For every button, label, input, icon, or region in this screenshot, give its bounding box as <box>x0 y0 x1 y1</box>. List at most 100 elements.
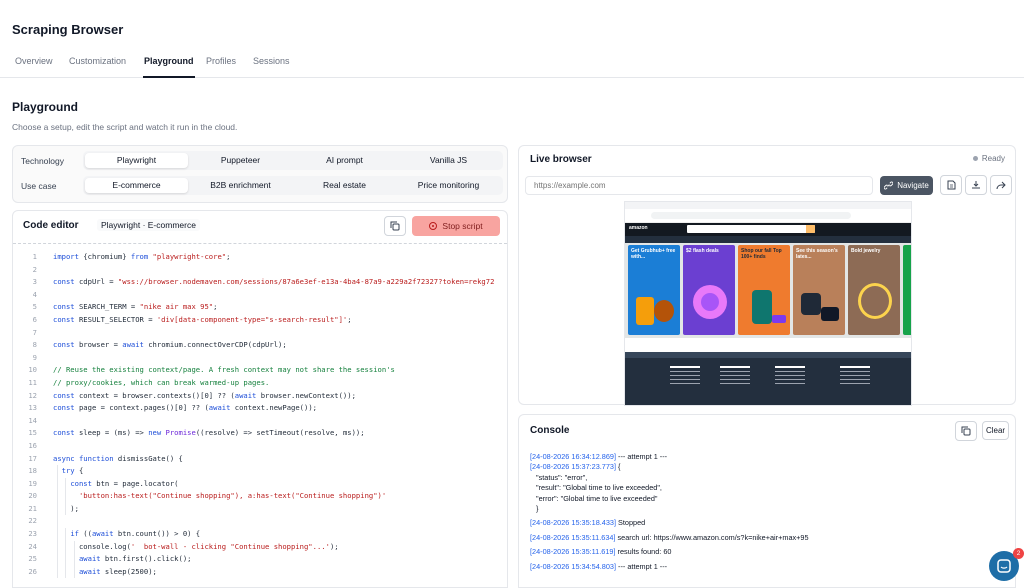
copy-code-button[interactable] <box>384 216 406 236</box>
stop-script-button[interactable]: Stop script <box>412 216 500 236</box>
screenshot-address-bar <box>625 209 911 223</box>
screenshot-search-icon <box>806 225 815 233</box>
download-button[interactable] <box>965 175 987 195</box>
page-source-button[interactable] <box>940 175 962 195</box>
line-number: 9 <box>32 352 37 362</box>
code-text: await sleep(2500); <box>78 566 157 576</box>
line-number: 18 <box>28 466 37 476</box>
code-line: 3 const cdpUrl = "wss://browser.nodemaven… <box>13 276 507 289</box>
section-title: Playground <box>12 100 79 114</box>
footer-column <box>670 366 700 387</box>
code-line: 10 // Reuse the existing context/page. A … <box>13 364 507 377</box>
code-text: import {chromium} from "playwright-core"… <box>53 252 231 261</box>
code-line: 5 const SEARCH_TERM = "nike air max 95"; <box>13 301 507 314</box>
tab-customization[interactable]: Customization <box>69 56 126 66</box>
usecase-option-ecommerce[interactable]: E-commerce <box>85 178 188 193</box>
copy-console-button[interactable] <box>955 421 977 441</box>
footer-column <box>775 366 805 387</box>
code-text: await btn.first().click(); <box>78 554 192 564</box>
necklace-image <box>858 283 892 319</box>
promo-card-grubhub: Get Grubhub+ free with... <box>628 245 680 335</box>
tab-profiles[interactable]: Profiles <box>206 56 236 66</box>
usecase-option-b2b[interactable]: B2B enrichment <box>189 178 292 193</box>
line-number: 16 <box>28 440 37 450</box>
code-line: 9 <box>13 352 507 365</box>
line-number: 22 <box>28 516 37 526</box>
copy-icon <box>961 426 971 436</box>
promo-card-title: Shop our fall Top 100+ finds <box>741 248 782 260</box>
promo-card-fall-finds: Shop our fall Top 100+ finds <box>738 245 790 335</box>
download-icon <box>972 181 980 189</box>
code-line: 16 <box>13 440 507 453</box>
log-timestamp: [24-08-2026 16:34:12.869] <box>530 452 617 461</box>
tab-bar: Overview Customization Playground Profil… <box>0 48 1024 78</box>
console-log-entry: [24-08-2026 16:34:12.869] --- attempt 1 … <box>530 452 1010 462</box>
app-root: Scraping Browser Overview Customization … <box>0 0 1024 588</box>
screenshot-url-field <box>651 212 851 219</box>
navigate-button[interactable]: Navigate <box>880 176 933 195</box>
technology-option-playwright[interactable]: Playwright <box>85 153 188 168</box>
code-text: const btn = page.locator( <box>70 478 179 488</box>
tab-overview[interactable]: Overview <box>15 56 53 66</box>
share-button[interactable] <box>990 175 1012 195</box>
technology-option-vanilla-js[interactable]: Vanilla JS <box>397 153 500 168</box>
line-number: 1 <box>32 252 37 261</box>
clear-console-button[interactable]: Clear <box>982 421 1009 440</box>
code-line: 8 const browser = await chromium.connectO… <box>13 339 507 352</box>
promo-card-flash-deals: $2 flash deals <box>683 245 735 335</box>
indent-guide <box>57 515 58 529</box>
screenshot-tab-strip <box>625 202 911 209</box>
setup-panel: Technology Playwright Puppeteer AI promp… <box>12 145 508 203</box>
code-text: console.log(' bot-wall - clicking "Conti… <box>53 541 339 551</box>
usecase-option-real-estate[interactable]: Real estate <box>293 178 396 193</box>
screenshot-footer <box>625 358 911 405</box>
code-line: 12 const context = browser.contexts()[0] … <box>13 390 507 403</box>
code-line: 4 <box>13 289 507 302</box>
line-number: 6 <box>32 314 37 324</box>
stop-icon <box>429 222 438 230</box>
code-line: 1 import {chromium} from "playwright-core… <box>13 251 507 264</box>
code-text: const cdpUrl = "wss://browser.nodemaven.… <box>53 277 495 287</box>
code-area[interactable]: 1 import {chromium} from "playwright-core… <box>13 251 507 579</box>
navigate-label: Navigate <box>897 181 929 190</box>
log-timestamp: [24-08-2026 15:35:11.619] <box>530 547 616 557</box>
chat-unread-badge: 2 <box>1013 548 1024 559</box>
line-number: 25 <box>28 554 37 564</box>
tab-playground[interactable]: Playground <box>144 56 194 66</box>
line-number: 2 <box>32 264 37 274</box>
status-indicator: Ready <box>972 154 1005 163</box>
line-number: 3 <box>32 277 37 287</box>
tab-sessions[interactable]: Sessions <box>253 56 290 66</box>
technology-option-puppeteer[interactable]: Puppeteer <box>189 153 292 168</box>
url-input[interactable] <box>525 176 873 195</box>
promo-card-title: Get Grubhub+ free with... <box>631 248 676 260</box>
share-icon <box>996 181 1006 190</box>
console-log-entry: [24-08-2026 15:35:11.619] results found:… <box>530 547 1010 557</box>
code-text: try { <box>61 466 84 476</box>
usecase-option-price-monitoring[interactable]: Price monitoring <box>397 178 500 193</box>
code-line: 26 await sleep(2500); <box>13 565 507 579</box>
log-message: --- attempt 1 --- <box>616 561 668 571</box>
log-message: search url: https://www.amazon.com/s?k=n… <box>615 532 809 542</box>
code-line: 25 await btn.first().click(); <box>13 553 507 566</box>
technology-selector: Playwright Puppeteer AI prompt Vanilla J… <box>83 151 503 170</box>
code-line: 2 <box>13 264 507 277</box>
code-line: 7 <box>13 327 507 340</box>
technology-label: Technology <box>21 156 65 166</box>
technology-option-ai-prompt[interactable]: AI prompt <box>293 153 396 168</box>
log-timestamp: [24-08-2026 15:34:54.803] <box>530 561 617 571</box>
console-log-entry: [24-08-2026 15:35:18.433] Stopped <box>530 518 1010 528</box>
line-number: 7 <box>32 327 37 337</box>
code-line: 11 // proxy/cookies, which can break warm… <box>13 377 507 390</box>
line-number: 4 <box>32 289 37 299</box>
code-line: 22 <box>13 515 507 529</box>
console-json-line: "result": "Global time to live exceeded"… <box>536 483 662 493</box>
code-line: 23 if ((await btn.count()) > 0) { <box>13 528 507 541</box>
code-text: // Reuse the existing context/page. A fr… <box>53 365 395 375</box>
line-number: 14 <box>28 415 37 425</box>
line-number: 10 <box>28 365 37 375</box>
line-number: 8 <box>32 340 37 350</box>
screenshot-site-header: amazon <box>625 223 911 236</box>
log-timestamp: [24-08-2026 15:35:11.634] <box>530 532 616 542</box>
browser-screenshot[interactable]: amazon Get Grubhub+ free with... $2 flas… <box>624 201 912 406</box>
